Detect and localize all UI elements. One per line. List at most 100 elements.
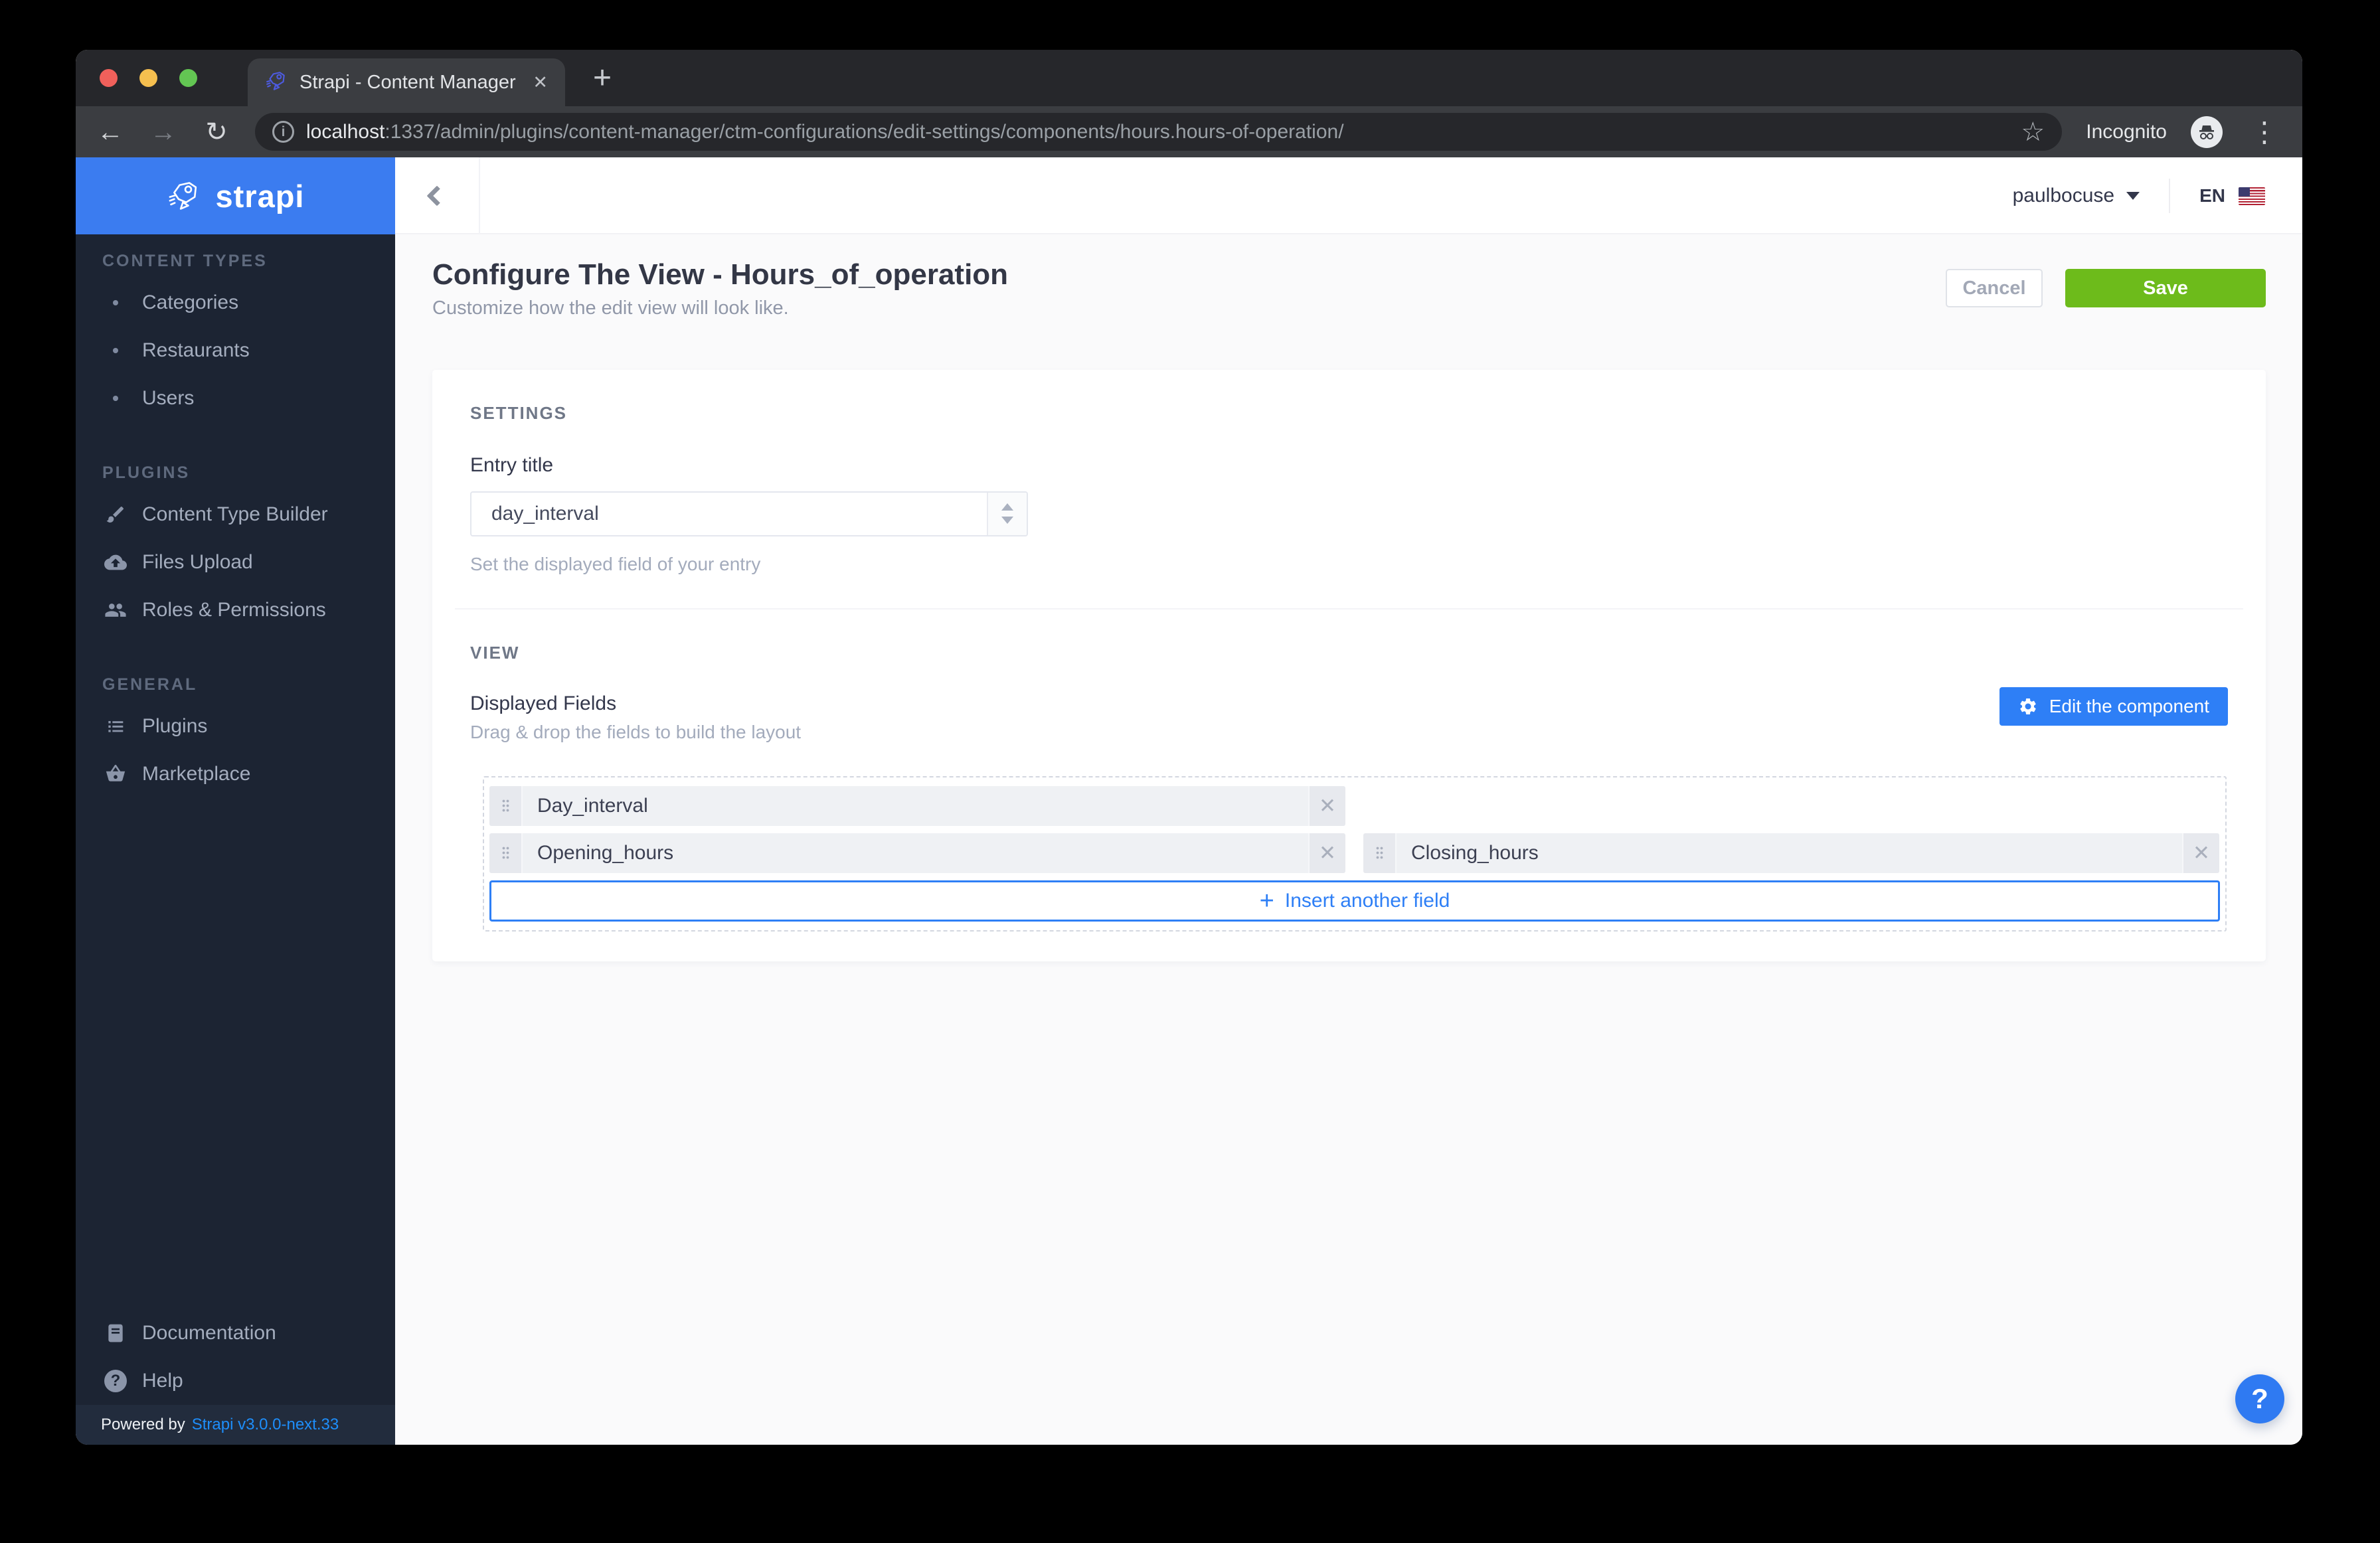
browser-tab-strip: Strapi - Content Manager ✕ +	[76, 50, 2302, 106]
field-pill-day-interval[interactable]: Day_interval ✕	[489, 786, 1345, 826]
dot-icon	[101, 300, 130, 305]
card-divider	[455, 608, 2243, 609]
question-icon: ?	[101, 1370, 130, 1392]
us-flag-icon[interactable]	[2239, 187, 2265, 205]
sidebar-item-categories[interactable]: Categories	[76, 279, 395, 327]
address-bar[interactable]: i localhost:1337/admin/plugins/content-m…	[255, 113, 2062, 151]
drag-handle-icon[interactable]	[489, 833, 523, 873]
basket-icon	[101, 763, 130, 785]
remove-field-icon[interactable]: ✕	[1308, 786, 1345, 826]
sidebar-item-marketplace[interactable]: Marketplace	[76, 750, 395, 798]
incognito-label: Incognito	[2086, 121, 2167, 143]
site-info-icon[interactable]: i	[272, 121, 294, 143]
page-actions: Cancel Save	[1946, 269, 2266, 307]
configuration-card: SETTINGS Entry title day_interval Set th…	[432, 370, 2266, 961]
field-pill-closing-hours[interactable]: Closing_hours ✕	[1363, 833, 2219, 873]
header-right: paulbocuse EN	[2013, 179, 2265, 213]
entry-title-helper: Set the displayed field of your entry	[470, 554, 2228, 575]
reload-icon[interactable]: ↻	[202, 119, 231, 145]
drag-handle-icon[interactable]	[1363, 833, 1397, 873]
brush-icon	[101, 504, 130, 525]
powered-by-text: Powered by	[101, 1416, 185, 1434]
section-title: CONTENT TYPES	[76, 252, 395, 271]
plus-icon: +	[1260, 888, 1274, 914]
drag-handle-icon[interactable]	[489, 786, 523, 826]
fields-drop-zone: Day_interval ✕ Opening_hours ✕	[483, 776, 2227, 932]
displayed-fields-header: Displayed Fields Drag & drop the fields …	[470, 692, 2228, 743]
locale-switcher[interactable]: EN	[2199, 185, 2225, 206]
url-path: :1337/admin/plugins/content-manager/ctm-…	[384, 121, 1343, 143]
bookmark-star-icon[interactable]: ☆	[2021, 119, 2045, 145]
window-controls	[100, 69, 197, 87]
sidebar-item-content-type-builder[interactable]: Content Type Builder	[76, 491, 395, 538]
app-header: paulbocuse EN	[395, 157, 2302, 234]
displayed-fields-hint: Drag & drop the fields to build the layo…	[470, 722, 801, 743]
url-host: localhost	[306, 121, 384, 143]
field-row: Opening_hours ✕ Closing_hours ✕	[489, 833, 2220, 873]
sidebar-item-users[interactable]: Users	[76, 374, 395, 422]
view-section-label: VIEW	[470, 643, 2228, 663]
sidebar-item-documentation[interactable]: Documentation	[76, 1309, 395, 1357]
powered-by-bar: Powered by Strapi v3.0.0-next.33	[76, 1405, 395, 1445]
close-window-button[interactable]	[100, 69, 118, 87]
sidebar-item-restaurants[interactable]: Restaurants	[76, 327, 395, 374]
dot-icon	[101, 348, 130, 353]
sidebar-section-plugins: PLUGINS Content Type Builder Files Uploa…	[76, 463, 395, 634]
strapi-app: strapi CONTENT TYPES Categories Restaura…	[76, 157, 2302, 1445]
save-button[interactable]: Save	[2065, 269, 2266, 307]
sidebar-section-general: GENERAL Plugins Marketplace	[76, 675, 395, 798]
strapi-favicon-icon	[265, 70, 288, 96]
strapi-version-link[interactable]: Strapi v3.0.0-next.33	[192, 1416, 339, 1434]
back-button[interactable]	[395, 157, 479, 234]
insert-field-button[interactable]: + Insert another field	[489, 880, 2220, 922]
header-vertical-divider	[2169, 179, 2170, 213]
entry-title-value: day_interval	[471, 503, 987, 525]
entry-title-label: Entry title	[470, 454, 2228, 477]
new-tab-button[interactable]: +	[593, 62, 612, 94]
page-title: Configure The View - Hours_of_operation	[432, 258, 1008, 292]
field-label: Closing_hours	[1397, 833, 2182, 873]
cancel-button[interactable]: Cancel	[1946, 269, 2043, 307]
field-label: Day_interval	[523, 786, 1308, 826]
strapi-logo[interactable]: strapi	[76, 157, 395, 234]
user-menu[interactable]: paulbocuse	[2013, 185, 2114, 207]
tab-close-icon[interactable]: ✕	[533, 72, 548, 93]
entry-title-select[interactable]: day_interval	[470, 491, 1028, 536]
sidebar-item-help[interactable]: ? Help	[76, 1357, 395, 1405]
edit-component-button[interactable]: Edit the component	[1999, 687, 2228, 726]
sidebar-item-roles-permissions[interactable]: Roles & Permissions	[76, 586, 395, 634]
page-titles: Configure The View - Hours_of_operation …	[432, 258, 1008, 319]
tab-title: Strapi - Content Manager	[299, 72, 521, 94]
help-fab-button[interactable]: ?	[2235, 1374, 2284, 1423]
browser-menu-icon[interactable]: ⋮	[2251, 118, 2278, 146]
displayed-fields-titles: Displayed Fields Drag & drop the fields …	[470, 692, 801, 743]
incognito-icon	[2191, 116, 2223, 148]
field-pill-opening-hours[interactable]: Opening_hours ✕	[489, 833, 1345, 873]
forward-icon[interactable]: →	[149, 119, 178, 145]
minimize-window-button[interactable]	[139, 69, 157, 87]
gear-icon	[2018, 696, 2038, 716]
maximize-window-button[interactable]	[179, 69, 197, 87]
section-title: PLUGINS	[76, 463, 395, 483]
select-stepper-icon	[987, 493, 1027, 535]
field-row: Day_interval ✕	[489, 786, 2220, 826]
page-content: Configure The View - Hours_of_operation …	[395, 234, 2302, 1445]
dot-icon	[101, 396, 130, 401]
strapi-rocket-icon	[167, 179, 201, 213]
page-title-row: Configure The View - Hours_of_operation …	[432, 258, 2266, 319]
brand-name: strapi	[216, 178, 305, 214]
browser-tab[interactable]: Strapi - Content Manager ✕	[248, 58, 565, 106]
field-label: Opening_hours	[523, 833, 1308, 873]
users-icon	[101, 599, 130, 621]
remove-field-icon[interactable]: ✕	[1308, 833, 1345, 873]
caret-down-icon[interactable]	[2126, 192, 2140, 200]
sidebar-section-content-types: CONTENT TYPES Categories Restaurants Use…	[76, 252, 395, 422]
browser-toolbar: ← → ↻ i localhost:1337/admin/plugins/con…	[76, 106, 2302, 157]
displayed-fields-label: Displayed Fields	[470, 692, 801, 715]
back-icon[interactable]: ←	[96, 119, 125, 145]
sidebar-item-plugins[interactable]: Plugins	[76, 702, 395, 750]
sidebar-item-files-upload[interactable]: Files Upload	[76, 538, 395, 586]
remove-field-icon[interactable]: ✕	[2182, 833, 2219, 873]
book-icon	[101, 1323, 130, 1344]
url-text: localhost:1337/admin/plugins/content-man…	[306, 121, 2009, 143]
